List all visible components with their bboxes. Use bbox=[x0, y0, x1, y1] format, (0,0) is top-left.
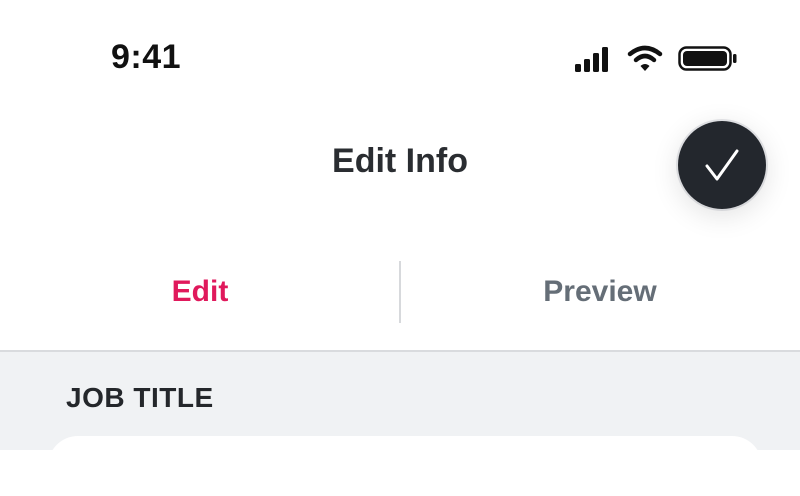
tab-preview[interactable]: Preview bbox=[400, 258, 800, 326]
status-bar: 9:41 bbox=[0, 0, 800, 110]
tab-edit[interactable]: Edit bbox=[0, 258, 400, 326]
wifi-icon bbox=[627, 45, 663, 71]
battery-icon bbox=[678, 46, 737, 71]
job-title-input[interactable] bbox=[48, 436, 762, 496]
job-title-label: JOB TITLE bbox=[66, 382, 214, 413]
checkmark-icon bbox=[705, 149, 739, 181]
tab-bar: Edit Preview bbox=[0, 258, 800, 350]
cellular-signal-icon bbox=[575, 47, 608, 72]
edit-form: JOB TITLE bbox=[0, 352, 800, 496]
status-time: 9:41 bbox=[111, 38, 182, 76]
confirm-button[interactable] bbox=[678, 121, 766, 209]
